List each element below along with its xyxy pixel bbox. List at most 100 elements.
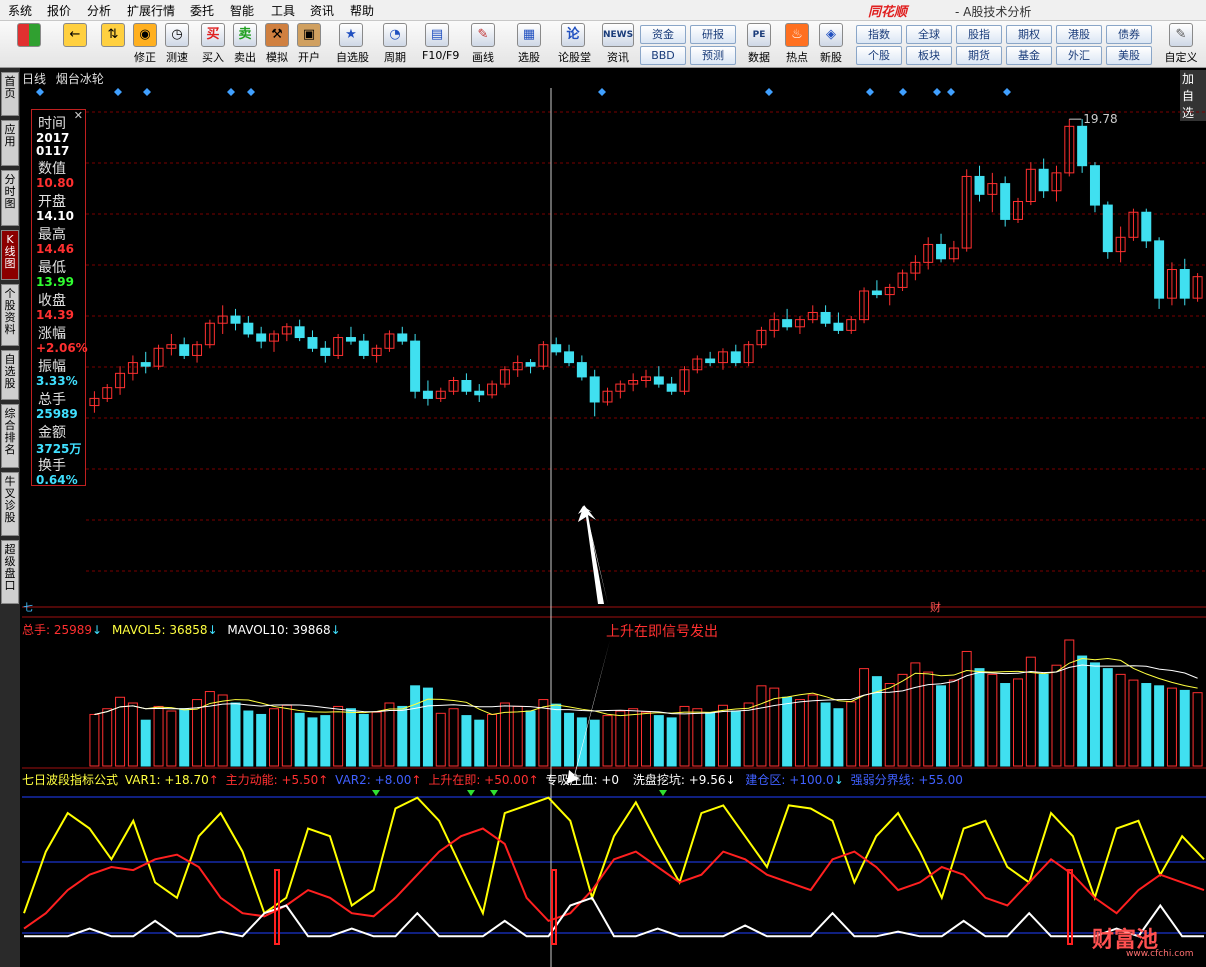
volume-bar <box>948 679 959 767</box>
menu-trade[interactable]: 委托 <box>190 2 214 19</box>
signal-diamonds <box>36 88 1011 96</box>
menu-smart[interactable]: 智能 <box>230 2 254 19</box>
quick-forecast-button[interactable]: 预测 <box>690 46 736 65</box>
sidebar-item-apps[interactable]: 应用 <box>1 120 19 166</box>
sidebar-item-profile[interactable]: 个股资料 <box>1 284 19 346</box>
sidebar-item-watchlist[interactable]: 自选股 <box>1 350 19 400</box>
period-label[interactable]: 日线 <box>22 72 46 86</box>
quick-options-button[interactable]: 期权 <box>1006 25 1052 44</box>
volume-bar <box>910 662 921 767</box>
quick-us-button[interactable]: 美股 <box>1106 46 1152 65</box>
volume-bar <box>794 699 805 767</box>
volume-bar <box>153 705 164 767</box>
candle-body <box>807 311 818 321</box>
volume-bar <box>1089 662 1100 767</box>
quick-stock-button[interactable]: 个股 <box>856 46 902 65</box>
crosshair-info-panel: ✕ 时间 2017 0117 数值 10.80 开盘 14.10 最高 14.4… <box>31 109 88 487</box>
menu-ext-market[interactable]: 扩展行情 <box>127 2 175 19</box>
quick-fund2-button[interactable]: 基金 <box>1006 46 1052 65</box>
quick-hk-button[interactable]: 港股 <box>1056 25 1102 44</box>
sidebar-item-home[interactable]: 首页 <box>1 72 19 116</box>
menu-bar: 系统 报价 分析 扩展行情 委托 智能 工具 资讯 帮助 同花顺 - A股技术分… <box>0 0 1206 21</box>
indicator-name[interactable]: 七日波段指标公式 <box>22 773 118 787</box>
hot-button[interactable]: ♨ 热点 <box>782 23 812 65</box>
volume-bar <box>884 683 895 767</box>
down-arrow-icon: ↓ <box>330 623 341 637</box>
up-arrow-icon: ↑ <box>208 773 219 787</box>
candle-body <box>307 337 318 349</box>
speedtest-button[interactable]: ◷ 测速 <box>162 23 192 65</box>
simulate-label: 模拟 <box>266 51 288 64</box>
quick-global-button[interactable]: 全球 <box>906 25 952 44</box>
info-label-low: 最低 <box>38 260 66 276</box>
volume-bar <box>1141 683 1152 767</box>
candle-body <box>910 261 921 274</box>
sell-button[interactable]: 卖卖出 <box>230 23 260 65</box>
add-to-watchlist-button[interactable]: 加自选 <box>1180 70 1206 121</box>
menu-tools[interactable]: 工具 <box>271 2 295 19</box>
quick-sector-button[interactable]: 板块 <box>906 46 952 65</box>
candle-body <box>140 362 151 367</box>
volume-bar <box>769 687 780 767</box>
close-icon[interactable]: ✕ <box>74 109 83 122</box>
ind-red-line <box>23 827 1205 930</box>
volume-bar <box>1013 678 1023 767</box>
quick-index-futures-button[interactable]: 股指 <box>956 25 1002 44</box>
quick-research-button[interactable]: 研报 <box>690 25 736 44</box>
volume-bar <box>422 687 433 767</box>
new-stock-button[interactable]: ◈ 新股 <box>816 23 846 65</box>
volume-bar <box>384 702 395 767</box>
candle-body <box>1179 269 1190 299</box>
correct-button[interactable]: ◉ 修正 <box>130 23 160 65</box>
candle-body <box>487 383 498 396</box>
quick-fx-button[interactable]: 外汇 <box>1056 46 1102 65</box>
home-button[interactable] <box>14 23 44 47</box>
sidebar-item-super-board[interactable]: 超级盘口 <box>1 540 19 604</box>
monitor-icon: ▦ <box>517 23 541 47</box>
menu-quote[interactable]: 报价 <box>47 2 71 19</box>
draw-line-button[interactable]: ✎ 画线 <box>468 23 498 65</box>
forum-button[interactable]: 论论股堂 <box>558 23 591 65</box>
indicator-rise-soon: 上升在即: +50.00 <box>428 773 529 787</box>
quick-index-button[interactable]: 指数 <box>856 25 902 44</box>
menu-system[interactable]: 系统 <box>8 2 32 19</box>
buy-button[interactable]: 买买入 <box>198 23 228 65</box>
new-stock-label: 新股 <box>820 51 842 64</box>
volume-bar <box>269 708 279 767</box>
back-button[interactable]: ← <box>60 23 90 47</box>
signal-spike <box>1067 869 1073 945</box>
quick-bond-button[interactable]: 债券 <box>1106 25 1152 44</box>
menu-news[interactable]: 资讯 <box>310 2 334 19</box>
volume-bar <box>705 712 716 767</box>
sidebar-item-ranking[interactable]: 综合排名 <box>1 404 19 468</box>
volume-bar <box>1064 639 1075 767</box>
open-account-button[interactable]: ▣ 开户 <box>294 23 324 65</box>
quick-bbd-button[interactable]: BBD <box>640 46 686 65</box>
signal-diamond-icon <box>1003 88 1011 96</box>
f10-button[interactable]: ▤ F10/F9 <box>422 23 459 62</box>
signal-diamond-icon <box>227 88 235 96</box>
quick-futures-button[interactable]: 期货 <box>956 46 1002 65</box>
custom-button[interactable]: ✎ 自定义 <box>1162 23 1200 65</box>
sidebar-item-diagnose[interactable]: 牛叉诊股 <box>1 472 19 536</box>
watchlist-button[interactable]: ★ 自选股 <box>336 23 369 65</box>
volume-bar <box>615 710 626 767</box>
quick-fund-button[interactable]: 资金 <box>640 25 686 44</box>
simulate-button[interactable]: ⚒ 模拟 <box>262 23 292 65</box>
menu-analysis[interactable]: 分析 <box>87 2 111 19</box>
period-button[interactable]: ◔ 周期 <box>380 23 410 65</box>
volume-bar <box>89 713 100 767</box>
signal-diamond-icon <box>933 88 941 96</box>
candle-body <box>1077 125 1088 167</box>
updown-button[interactable]: ⇅ <box>98 23 128 47</box>
volume-bar <box>192 699 203 767</box>
stock-picker-button[interactable]: ▦ 选股 <box>514 23 544 65</box>
volume-bar <box>281 704 292 767</box>
menu-help[interactable]: 帮助 <box>350 2 374 19</box>
data-button[interactable]: PE 数据 <box>744 23 774 65</box>
volume-bar <box>333 705 344 767</box>
volume-bar <box>653 715 664 767</box>
news-button[interactable]: NEWS 资讯 <box>602 23 634 65</box>
sidebar-item-timeshare[interactable]: 分时图 <box>1 170 19 226</box>
sidebar-item-kline[interactable]: K线图 <box>1 230 19 280</box>
